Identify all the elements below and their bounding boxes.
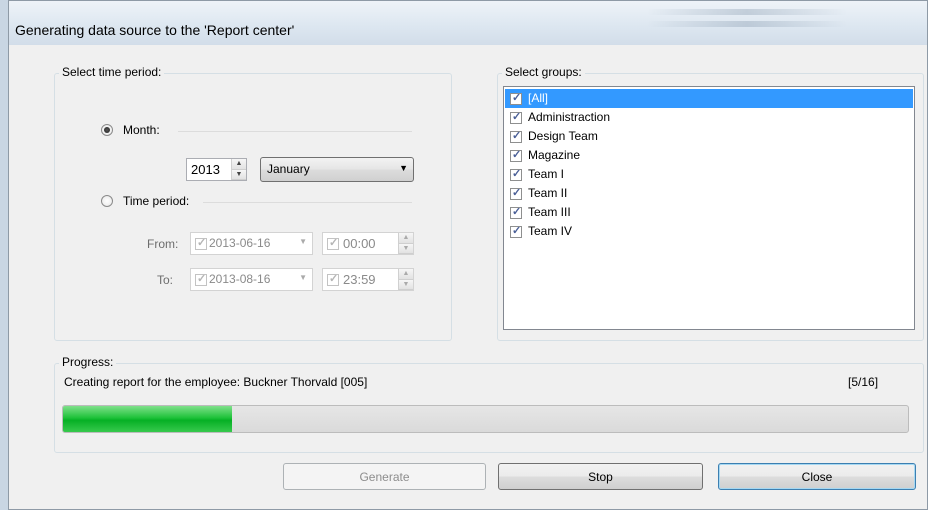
from-date-value: 2013-06-16 [209,236,271,250]
to-date-value: 2013-08-16 [209,272,271,286]
to-time-up-icon[interactable]: ▲ [399,269,413,280]
from-time-spinner[interactable]: 00:00 ▲▼ [322,232,414,255]
window-title: Generating data source to the 'Report ce… [15,22,295,38]
title-bar[interactable]: Generating data source to the 'Report ce… [9,1,927,45]
list-item-label: Team I [528,167,565,181]
month-radio[interactable] [101,124,113,136]
time-period-radio-label[interactable]: Time period: [123,194,189,208]
year-down-icon[interactable]: ▼ [232,169,246,180]
year-up-icon[interactable]: ▲ [232,159,246,170]
time-period-group-label: Select time period: [59,65,165,79]
close-button[interactable]: Close [718,463,916,490]
list-item-label: Team III [528,205,571,219]
list-item-label: Team IV [528,224,573,238]
to-date-checkbox[interactable] [195,272,207,286]
list-item[interactable]: Team IV [505,222,913,241]
list-item-label: [All] [528,91,549,105]
list-item-label: Team II [528,186,568,200]
chevron-down-icon: ▼ [399,163,408,173]
to-label: To: [157,273,174,287]
group-checkbox[interactable] [510,186,522,200]
month-select[interactable]: January ▼ [260,157,414,182]
from-time-checkbox[interactable] [327,236,339,250]
group-checkbox[interactable] [510,110,522,124]
background-window-blur [647,3,847,33]
list-item-label: Design Team [528,129,598,143]
list-item[interactable]: Team II [505,184,913,203]
group-checkbox[interactable] [510,148,522,162]
from-label: From: [147,237,179,251]
year-spinner[interactable]: 2013 ▲ ▼ [186,158,247,181]
to-time-value: 23:59 [343,272,376,287]
month-radio-label[interactable]: Month: [123,123,160,137]
from-date-dropdown-icon[interactable]: ▼ [299,237,307,246]
month-select-value: January [267,162,310,176]
list-item[interactable]: Administraction [505,108,913,127]
from-time-value: 00:00 [343,236,376,251]
time-period-separator [203,202,412,203]
to-date-dropdown-icon[interactable]: ▼ [299,273,307,282]
group-checkbox[interactable] [510,91,522,105]
list-item[interactable]: Team I [505,165,913,184]
group-checkbox[interactable] [510,129,522,143]
time-period-radio[interactable] [101,195,113,207]
year-value: 2013 [191,162,220,177]
progress-count: [5/16] [848,375,879,389]
month-separator [178,131,412,132]
from-date-checkbox[interactable] [195,236,207,250]
progress-bar-fill [63,406,232,432]
list-item[interactable]: Team III [505,203,913,222]
dialog-client-area: Select time period: Month: 2013 ▲ ▼ Janua… [16,45,924,509]
group-checkbox[interactable] [510,224,522,238]
progress-status-text: Creating report for the employee: Buckne… [64,375,368,389]
progress-bar [62,405,909,433]
time-period-group [54,73,452,341]
list-item[interactable]: [All] [505,89,913,108]
groups-listbox[interactable]: [All] Administraction Design Team Magazi… [503,86,915,330]
from-time-down-icon[interactable]: ▼ [399,243,413,254]
groups-group-label: Select groups: [502,65,585,79]
list-item-label: Magazine [528,148,581,162]
from-time-up-icon[interactable]: ▲ [399,233,413,244]
to-time-down-icon[interactable]: ▼ [399,279,413,290]
to-date-picker[interactable]: 2013-08-16 ▼ [190,268,313,291]
from-date-picker[interactable]: 2013-06-16 ▼ [190,232,313,255]
list-item[interactable]: Magazine [505,146,913,165]
list-item-label: Administraction [528,110,611,124]
list-item[interactable]: Design Team [505,127,913,146]
progress-group-label: Progress: [59,355,117,369]
generate-button[interactable]: Generate [283,463,486,490]
to-time-spinner[interactable]: 23:59 ▲▼ [322,268,414,291]
group-checkbox[interactable] [510,205,522,219]
group-checkbox[interactable] [510,167,522,181]
stop-button[interactable]: Stop [498,463,703,490]
dialog-window: Generating data source to the 'Report ce… [8,0,928,510]
to-time-checkbox[interactable] [327,272,339,286]
